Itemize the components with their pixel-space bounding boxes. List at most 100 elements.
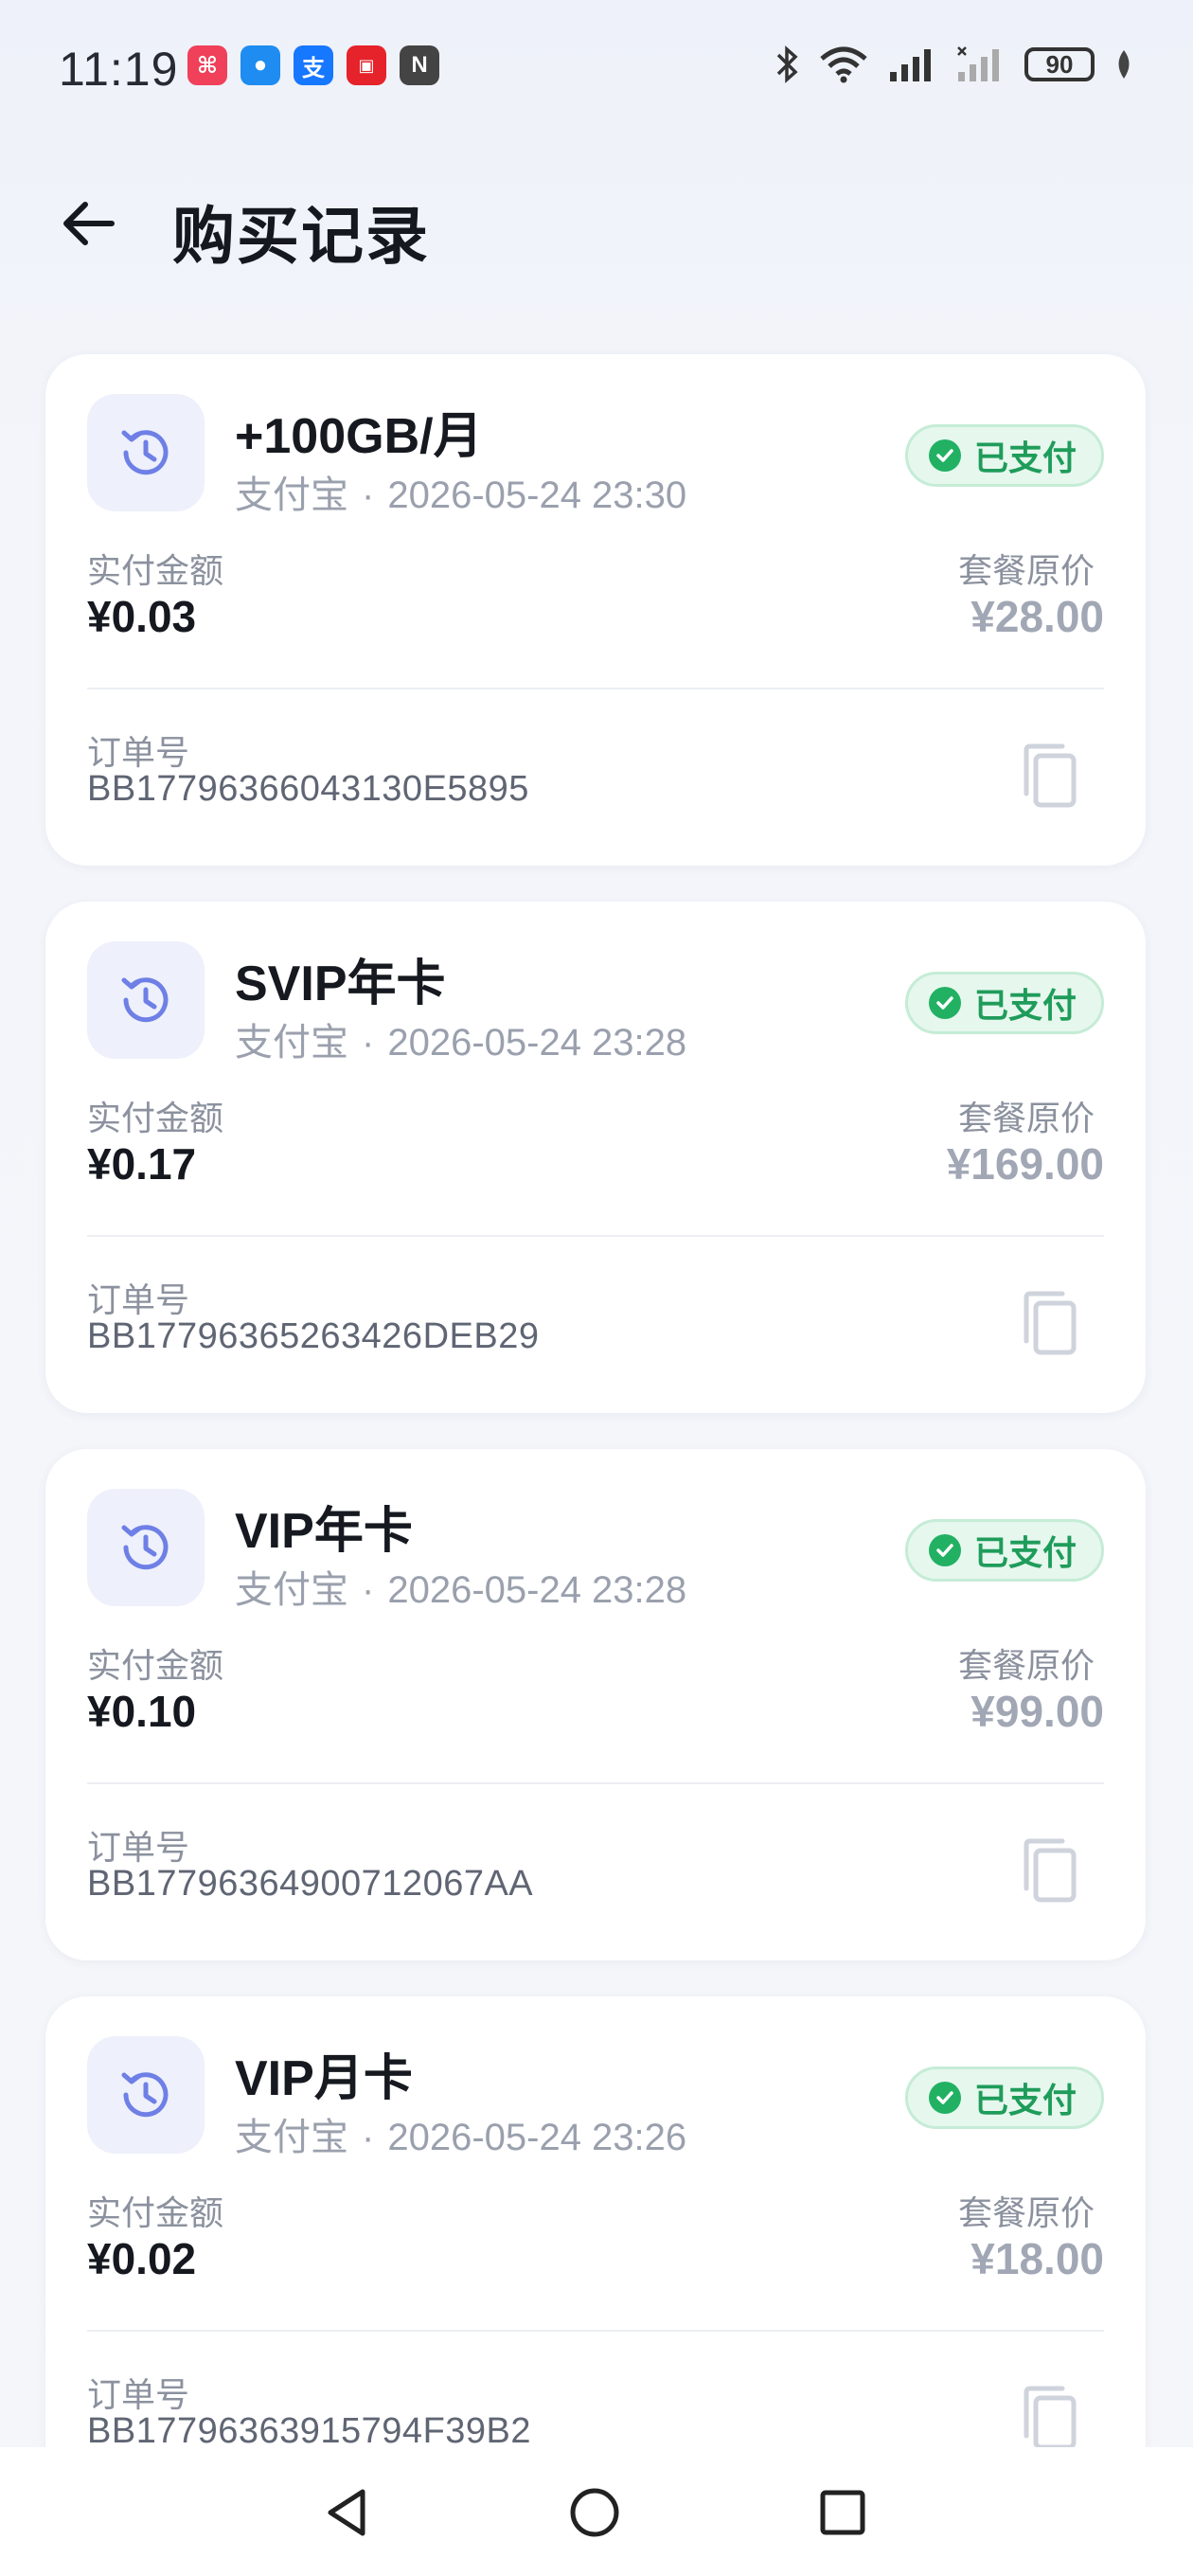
signal-icon <box>890 49 931 81</box>
paid-amount: ¥0.03 <box>87 592 197 641</box>
divider <box>87 1235 1104 1237</box>
triangle-back-icon <box>328 2489 365 2536</box>
order-title: SVIP年卡 <box>235 957 446 1011</box>
square-recents-icon <box>820 2490 865 2535</box>
check-circle-icon <box>928 1534 961 1566</box>
order-title: VIP年卡 <box>235 1504 413 1559</box>
paid-amount: ¥0.02 <box>87 2234 197 2283</box>
nav-recents-button[interactable] <box>805 2479 881 2546</box>
payment-method: 支付宝 <box>235 1569 348 1611</box>
divider <box>87 1782 1104 1784</box>
battery-indicator: 90 <box>1024 47 1095 81</box>
order-meta: 支付宝 · 2026-05-24 23:26 <box>235 2106 686 2161</box>
order-number: BB17796364900712067AA <box>87 1864 534 1904</box>
copy-icon <box>1024 1291 1077 1355</box>
history-icon-box <box>87 2036 205 2154</box>
order-number-label: 订单号 <box>87 733 190 772</box>
status-badge: 已支付 <box>904 424 1104 487</box>
order-number: BB17796363915794F39B2 <box>87 2411 532 2451</box>
order-number-label: 订单号 <box>87 1828 190 1867</box>
copy-order-number-button[interactable] <box>1007 1280 1093 1366</box>
status-text: 已支付 <box>973 986 1077 1025</box>
status-bar: 11:19 ⌘ ● 支 ▣ N 90 <box>0 0 1193 133</box>
circle-home-icon <box>570 2488 619 2537</box>
history-icon-box <box>87 1489 205 1606</box>
paid-amount-label: 实付金额 <box>87 1099 224 1137</box>
original-price-label: 套餐原价 <box>957 2193 1095 2232</box>
order-time: 2026-05-24 23:28 <box>387 1022 687 1064</box>
history-icon <box>121 977 169 1023</box>
history-icon-box <box>87 394 205 511</box>
copy-icon <box>1024 1838 1077 1903</box>
check-circle-icon <box>928 987 961 1019</box>
history-icon <box>121 430 169 475</box>
order-meta: 支付宝 · 2026-05-24 23:28 <box>235 1559 686 1614</box>
history-icon <box>121 1525 169 1570</box>
signal-2-icon <box>957 46 999 81</box>
paid-amount: ¥0.17 <box>87 1139 197 1189</box>
order-number: BB17796365263426DEB29 <box>87 1316 540 1356</box>
divider <box>87 688 1104 689</box>
status-system-icons: 90 <box>775 44 1134 85</box>
original-price: ¥28.00 <box>970 592 1104 641</box>
order-card: +100GB/月 支付宝 · 2026-05-24 23:30 已支付 实付金额 ¥… <box>45 354 1146 866</box>
original-price-label: 套餐原价 <box>957 1646 1095 1685</box>
order-meta: 支付宝 · 2026-05-24 23:30 <box>235 464 686 519</box>
copy-order-number-button[interactable] <box>1007 733 1093 818</box>
copy-icon <box>1024 743 1077 808</box>
app-icon-red: ⌘ <box>187 45 227 85</box>
copy-order-number-button[interactable] <box>1007 1828 1093 1913</box>
original-price: ¥169.00 <box>946 1139 1104 1189</box>
status-badge: 已支付 <box>904 1519 1104 1582</box>
back-button[interactable] <box>53 189 121 258</box>
order-number-label: 订单号 <box>87 1280 190 1319</box>
page-title: 购买记录 <box>172 201 430 271</box>
leaf-icon <box>1118 50 1130 79</box>
status-time: 11:19 <box>59 43 179 96</box>
order-time: 2026-05-24 23:28 <box>387 1569 687 1611</box>
status-app-icons: ⌘ ● 支 ▣ N <box>187 45 439 85</box>
meta-separator: · <box>362 1022 375 1064</box>
history-icon-box <box>87 941 205 1059</box>
wifi-icon <box>820 46 867 83</box>
order-time: 2026-05-24 23:26 <box>387 2117 687 2158</box>
promo-app-icon: ▣ <box>347 45 386 85</box>
check-circle-icon <box>928 439 961 472</box>
payment-method: 支付宝 <box>235 2117 348 2158</box>
nav-home-button[interactable] <box>557 2479 632 2546</box>
alipay-icon: 支 <box>294 45 333 85</box>
meta-separator: · <box>362 1569 375 1611</box>
check-circle-icon <box>928 2082 961 2114</box>
payment-method: 支付宝 <box>235 1022 348 1064</box>
divider <box>87 2330 1104 2332</box>
history-icon <box>121 2072 169 2118</box>
status-text: 已支付 <box>973 438 1077 477</box>
paid-amount: ¥0.10 <box>87 1687 197 1736</box>
status-text: 已支付 <box>973 1533 1077 1572</box>
status-badge: 已支付 <box>904 972 1104 1034</box>
nfc-icon: N <box>400 45 439 85</box>
page-header: 购买记录 <box>0 170 1193 275</box>
arrow-left-icon <box>63 202 115 245</box>
order-number: BB17796366043130E5895 <box>87 769 529 809</box>
original-price-label: 套餐原价 <box>957 1099 1095 1137</box>
status-badge: 已支付 <box>904 2066 1104 2129</box>
original-price-label: 套餐原价 <box>957 551 1095 590</box>
order-title: VIP月卡 <box>235 2051 413 2106</box>
order-card: VIP年卡 支付宝 · 2026-05-24 23:28 已支付 实付金额 ¥0.1… <box>45 1449 1146 1960</box>
order-time: 2026-05-24 23:30 <box>387 474 687 516</box>
nav-back-button[interactable] <box>309 2479 384 2546</box>
order-title: +100GB/月 <box>235 409 483 464</box>
original-price: ¥99.00 <box>970 1687 1104 1736</box>
payment-method: 支付宝 <box>235 474 348 516</box>
original-price: ¥18.00 <box>970 2234 1104 2283</box>
bluetooth-icon <box>776 45 798 83</box>
status-text: 已支付 <box>973 2081 1077 2120</box>
paid-amount-label: 实付金额 <box>87 1646 224 1685</box>
chat-app-icon: ● <box>240 45 280 85</box>
order-number-label: 订单号 <box>87 2375 190 2414</box>
paid-amount-label: 实付金额 <box>87 551 224 590</box>
paid-amount-label: 实付金额 <box>87 2193 224 2232</box>
meta-separator: · <box>362 474 375 516</box>
copy-icon <box>1024 2386 1077 2450</box>
